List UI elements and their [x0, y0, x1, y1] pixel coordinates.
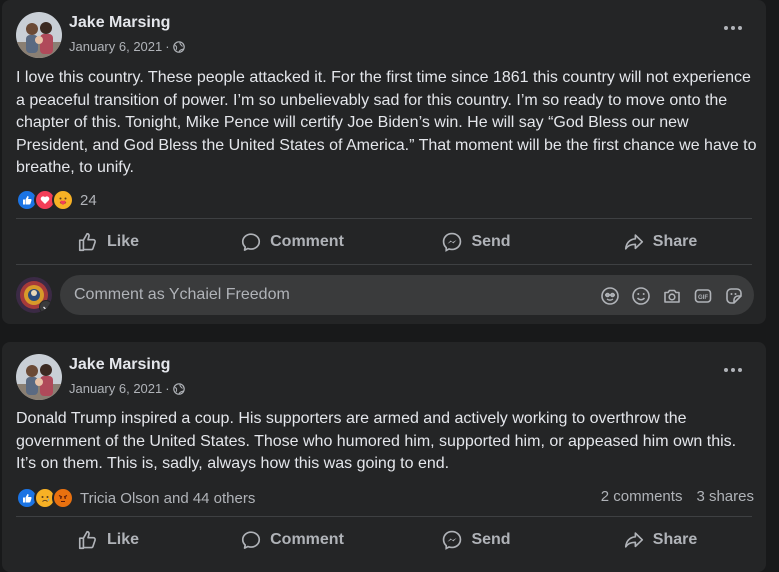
- comments-count[interactable]: 2 comments: [601, 488, 683, 505]
- post-card: Jake Marsing January 6, 2021 · I love th…: [2, 0, 766, 324]
- angry-reaction-icon: [52, 487, 74, 509]
- like-label: Like: [106, 531, 139, 548]
- meta-separator: ·: [165, 39, 170, 54]
- reaction-count[interactable]: 24: [80, 192, 97, 209]
- post-meta: January 6, 2021 ·: [69, 39, 185, 54]
- messenger-icon: [443, 530, 462, 550]
- like-button[interactable]: Like: [16, 220, 200, 264]
- comment-input[interactable]: [60, 275, 608, 315]
- sticker-icon[interactable]: [723, 285, 744, 306]
- thumbs-up-icon: [78, 232, 96, 252]
- comment-tools: GIF: [599, 285, 744, 306]
- reactions-summary[interactable]: Tricia Olson and 44 others: [16, 487, 255, 509]
- author-name[interactable]: Jake Marsing: [69, 356, 170, 374]
- share-icon: [624, 234, 643, 250]
- svg-text:GIF: GIF: [698, 294, 708, 300]
- more-options-icon[interactable]: [722, 22, 744, 34]
- post-text: Donald Trump inspired a coup. His suppor…: [16, 410, 737, 472]
- share-button[interactable]: Share: [568, 220, 752, 264]
- globe-icon: [172, 382, 185, 395]
- post-meta: January 6, 2021 ·: [69, 381, 185, 396]
- divider: [16, 218, 752, 219]
- camera-icon[interactable]: [661, 285, 682, 306]
- share-label: Share: [652, 531, 698, 548]
- share-label: Share: [652, 233, 698, 250]
- post-date[interactable]: January 6, 2021: [69, 39, 162, 54]
- send-label: Send: [471, 531, 511, 548]
- post-text: I love this country. These people attack…: [16, 69, 757, 176]
- gif-icon[interactable]: GIF: [692, 285, 713, 306]
- comment-icon: [242, 531, 261, 549]
- comment-button[interactable]: Comment: [200, 220, 384, 264]
- post-actions: Like Comment Send Share: [16, 518, 752, 562]
- thumbs-up-icon: [78, 530, 96, 550]
- author-name[interactable]: Jake Marsing: [69, 14, 170, 32]
- share-button[interactable]: Share: [568, 518, 752, 562]
- divider: [16, 264, 752, 265]
- like-label: Like: [106, 233, 139, 250]
- like-button[interactable]: Like: [16, 518, 200, 562]
- send-label: Send: [471, 233, 511, 250]
- author-avatar[interactable]: [16, 354, 62, 400]
- current-user-avatar[interactable]: [16, 277, 52, 313]
- author-avatar[interactable]: [16, 12, 62, 58]
- more-options-icon[interactable]: [722, 364, 744, 376]
- comment-button[interactable]: Comment: [200, 518, 384, 562]
- care-reaction-icon: [52, 189, 74, 211]
- share-icon: [624, 532, 643, 548]
- send-button[interactable]: Send: [384, 220, 568, 264]
- meta-separator: ·: [165, 381, 170, 396]
- comment-label: Comment: [270, 233, 344, 250]
- comment-composer: GIF: [16, 274, 754, 315]
- comment-label: Comment: [270, 531, 344, 548]
- divider: [16, 516, 752, 517]
- chevron-down-icon[interactable]: [39, 300, 52, 313]
- comment-box: GIF: [60, 275, 754, 315]
- reactions-summary[interactable]: 24: [16, 189, 97, 211]
- globe-icon: [172, 40, 185, 53]
- avatar-sticker-icon[interactable]: [599, 285, 620, 306]
- send-button[interactable]: Send: [384, 518, 568, 562]
- engagement-counts: 2 comments 3 shares: [601, 488, 754, 505]
- shares-count[interactable]: 3 shares: [696, 488, 754, 505]
- messenger-icon: [443, 232, 462, 252]
- post-date[interactable]: January 6, 2021: [69, 381, 162, 396]
- post-card: Jake Marsing January 6, 2021 · Donald Tr…: [2, 342, 766, 572]
- comment-icon: [242, 233, 261, 251]
- emoji-icon[interactable]: [630, 285, 651, 306]
- post-actions: Like Comment Send Share: [16, 220, 752, 264]
- reaction-names[interactable]: Tricia Olson and 44 others: [80, 490, 255, 507]
